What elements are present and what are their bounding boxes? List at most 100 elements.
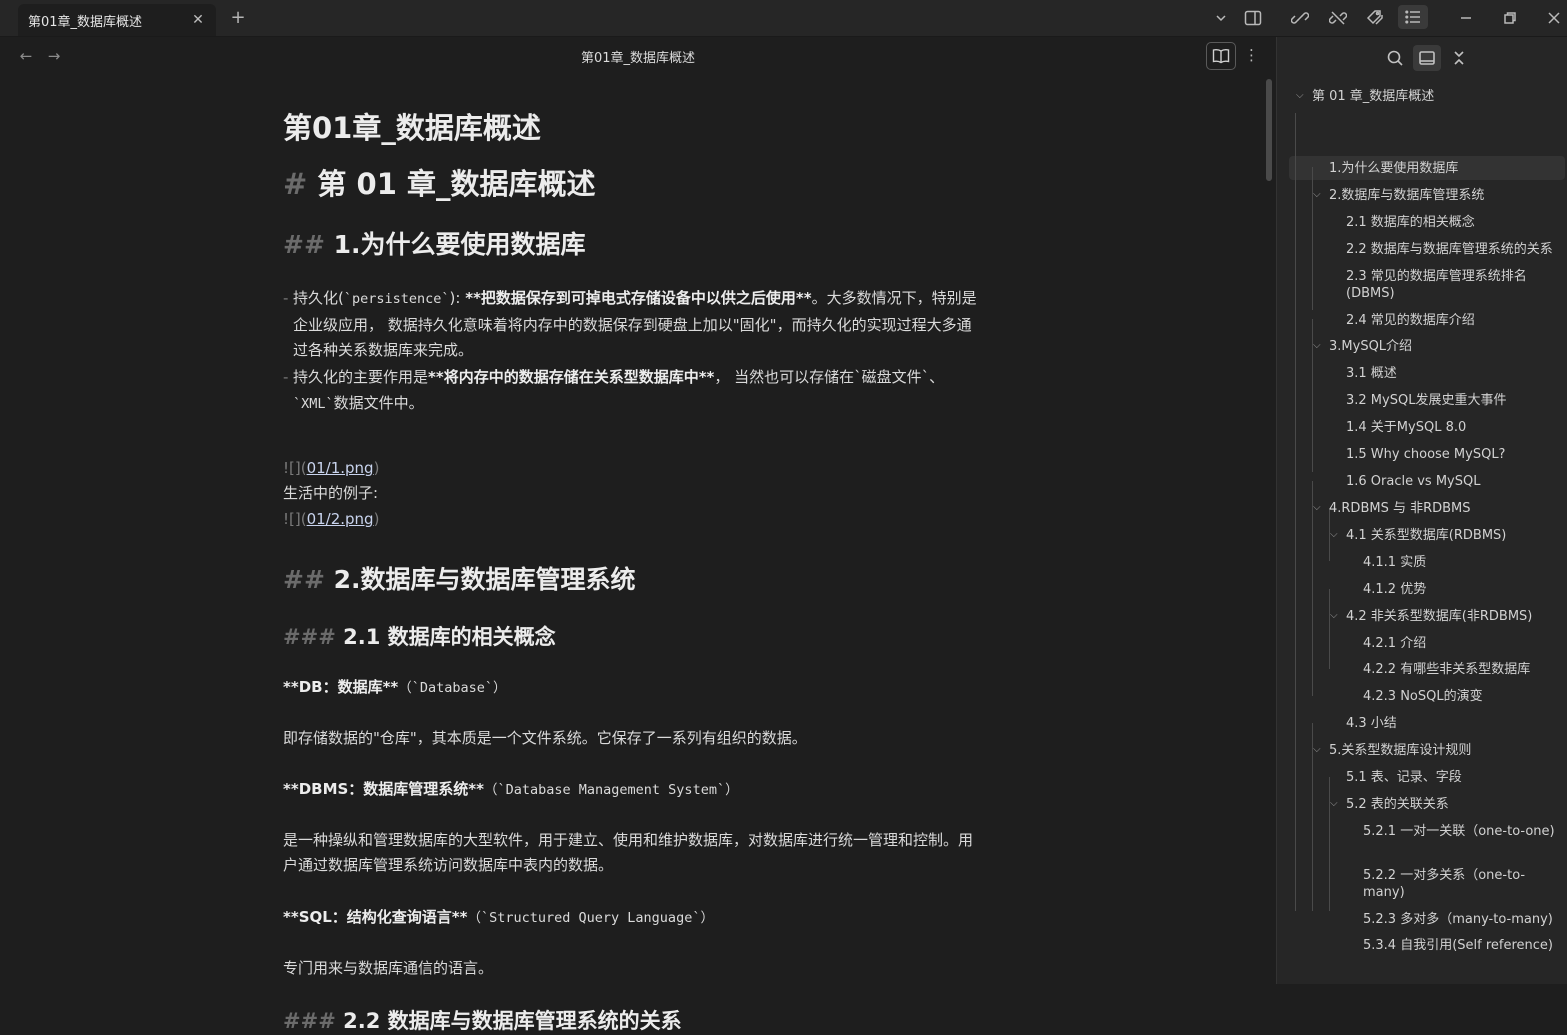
outline-item[interactable]: 2.3 常见的数据库管理系统排名(DBMS)	[1346, 268, 1561, 302]
editor-pane: ← → 第01章_数据库概述 ⋮ 第01章_数据库概述 # 第 01 章_数据库…	[0, 37, 1276, 1033]
embed-syntax: ![](	[283, 510, 307, 528]
image-link[interactable]: 01/2.png	[307, 510, 374, 528]
paragraph[interactable]: 即存储数据的"仓库"，其本质是一个文件系统。它保存了一系列有组织的数据。	[283, 726, 983, 751]
search-icon[interactable]	[1381, 45, 1409, 71]
outline-item[interactable]: 4.RDBMS 与 非RDBMS	[1329, 500, 1471, 517]
outline-item-active[interactable]: 1.为什么要使用数据库	[1329, 160, 1458, 177]
backlink-icon[interactable]	[1289, 8, 1311, 28]
paragraph[interactable]: 专门用来与数据库通信的语言。	[283, 956, 983, 981]
book-open-icon	[1212, 49, 1230, 64]
heading-3-sec21[interactable]: ### 2.1 数据库的相关概念	[283, 621, 556, 651]
outline-item[interactable]: 4.2 非关系型数据库(非RDBMS)	[1346, 608, 1532, 625]
heading-text: 第 01 章_数据库概述	[317, 167, 596, 201]
outline-item[interactable]: 5.2.1 一对一关联（one-to-one)	[1363, 823, 1559, 840]
heading-3-sec22[interactable]: ### 2.2 数据库与数据库管理系统的关系	[283, 1005, 682, 1035]
text: 持久化(	[293, 289, 344, 307]
collapse-all-icon[interactable]	[1445, 45, 1473, 71]
chevron-down-icon[interactable]: ⌵	[1313, 340, 1321, 351]
outline-item[interactable]: 5.2 表的关联关系	[1346, 796, 1449, 813]
indent-guide	[1329, 589, 1330, 669]
outline-item[interactable]: 4.1.2 优势	[1363, 581, 1426, 598]
new-tab-button[interactable]: +	[228, 7, 248, 28]
embed-syntax: )	[373, 459, 380, 477]
outline-item[interactable]: 2.2 数据库与数据库管理系统的关系	[1346, 241, 1553, 258]
heading-text: 2.1 数据库的相关概念	[343, 625, 556, 649]
heading-text: 2.数据库与数据库管理系统	[333, 565, 636, 594]
view-header: ← → 第01章_数据库概述 ⋮	[0, 37, 1276, 75]
heading-mark: #	[283, 167, 308, 201]
tags-icon[interactable]	[1364, 8, 1386, 28]
paragraph-db[interactable]: **DB：数据库**（`Database`）	[283, 675, 983, 701]
outline-item[interactable]: 3.MySQL介绍	[1329, 338, 1412, 355]
heading-mark: ###	[283, 625, 336, 649]
text: 持久化的主要作用是	[293, 368, 429, 386]
chevron-down-icon[interactable]: ⌵	[1313, 744, 1321, 755]
outline-toolbar	[1277, 45, 1567, 73]
outline-item[interactable]: 2.4 常见的数据库介绍	[1346, 312, 1475, 329]
outline-item[interactable]: 1.5 Why choose MySQL?	[1346, 446, 1505, 463]
heading-1[interactable]: # 第 01 章_数据库概述	[283, 161, 595, 203]
outline-item[interactable]: 第 01 章_数据库概述	[1312, 88, 1434, 105]
inline-code: （`Database`）	[398, 680, 507, 696]
tab-active-note[interactable]: 第01章_数据库概述 ✕	[18, 4, 216, 36]
outline-item[interactable]: 4.3 小结	[1346, 715, 1397, 732]
inline-code: （`Structured Query Language`）	[467, 910, 714, 926]
image-embed-2[interactable]: ![](01/2.png)	[283, 507, 983, 532]
image-embed-1[interactable]: ![](01/1.png)	[283, 456, 983, 481]
view-title[interactable]: 第01章_数据库概述	[0, 47, 1276, 66]
outline-item[interactable]: 5.2.3 多对多（many-to-many)	[1363, 911, 1553, 928]
outline-item[interactable]: 1.6 Oracle vs MySQL	[1346, 473, 1480, 490]
outline-item[interactable]: 1.4 关于MySQL 8.0	[1346, 419, 1466, 436]
outline-item[interactable]: 4.2.1 介绍	[1363, 635, 1426, 652]
paragraph-dbms[interactable]: **DBMS：数据库管理系统**（`Database Management Sy…	[283, 777, 983, 803]
outline-item[interactable]: 5.2.2 一对多关系（one-to-many)	[1363, 867, 1559, 901]
inline-code: `XML`	[293, 395, 334, 412]
toggle-sidebar-icon[interactable]	[1242, 8, 1264, 28]
chevron-down-icon[interactable]: ⌵	[1313, 189, 1321, 200]
embed-syntax: )	[373, 510, 380, 528]
paragraph[interactable]: 生活中的例子:	[283, 481, 983, 506]
outline-item[interactable]: 5.3.4 自我引用(Self reference)	[1363, 937, 1553, 954]
chevron-down-icon[interactable]: ⌵	[1313, 502, 1321, 513]
editor-scrollbar[interactable]	[1266, 79, 1272, 181]
follow-cursor-icon[interactable]	[1413, 45, 1441, 71]
outline-icon[interactable]	[1398, 5, 1428, 29]
outline-item[interactable]: 5.1 表、记录、字段	[1346, 769, 1462, 786]
indent-guide	[1295, 113, 1296, 911]
heading-text: 1.为什么要使用数据库	[333, 230, 586, 259]
outline-item[interactable]: 3.1 概述	[1346, 365, 1397, 382]
bold-text: **把数据保存到可掉电式存储设备中以供之后使用**	[465, 289, 812, 307]
list-item[interactable]: - 持久化(`persistence`): **把数据保存到可掉电式存储设备中以…	[283, 286, 983, 364]
more-options-icon[interactable]: ⋮	[1244, 46, 1259, 64]
heading-2-sec2[interactable]: ## 2.数据库与数据库管理系统	[283, 560, 636, 596]
outline-item[interactable]: 4.2.3 NoSQL的演变	[1363, 688, 1483, 705]
outline-item[interactable]: 4.2.2 有哪些非关系型数据库	[1363, 661, 1530, 678]
outline-item[interactable]: 2.数据库与数据库管理系统	[1329, 187, 1484, 204]
tab-close-icon[interactable]: ✕	[190, 12, 206, 28]
chevron-down-icon[interactable]: ⌵	[1330, 610, 1338, 621]
maximize-window-icon[interactable]	[1499, 8, 1521, 28]
outline-item[interactable]: 5.关系型数据库设计规则	[1329, 742, 1471, 759]
paragraph-sql[interactable]: **SQL：结构化查询语言**（`Structured Query Langua…	[283, 905, 983, 931]
title-bar: 第01章_数据库概述 ✕ +	[0, 0, 1567, 37]
heading-mark: ##	[283, 565, 325, 594]
outline-item[interactable]: 4.1 关系型数据库(RDBMS)	[1346, 527, 1506, 544]
outgoing-link-icon[interactable]	[1327, 8, 1349, 28]
outline-item[interactable]: 3.2 MySQL发展史重大事件	[1346, 392, 1506, 409]
outline-item[interactable]: 4.1.1 实质	[1363, 554, 1426, 571]
outline-item[interactable]: 2.1 数据库的相关概念	[1346, 214, 1475, 231]
tab-list-chevron-icon[interactable]	[1210, 8, 1232, 28]
chevron-down-icon[interactable]: ⌵	[1330, 798, 1338, 809]
close-window-icon[interactable]	[1543, 8, 1565, 28]
bold-text: **DB：数据库**	[283, 678, 399, 696]
list-item[interactable]: - 持久化的主要作用是**将内存中的数据存储在关系型数据库中**， 当然也可以存…	[283, 365, 983, 417]
minimize-window-icon[interactable]	[1455, 8, 1477, 28]
image-link[interactable]: 01/1.png	[307, 459, 374, 477]
heading-2-sec1[interactable]: ## 1.为什么要使用数据库	[283, 225, 586, 261]
paragraph[interactable]: 是一种操纵和管理数据库的大型软件，用于建立、使用和维护数据库，对数据库进行统一管…	[283, 828, 983, 878]
bold-text: **SQL：结构化查询语言**	[283, 908, 468, 926]
reading-view-button[interactable]	[1206, 42, 1236, 70]
inline-title[interactable]: 第01章_数据库概述	[283, 105, 541, 147]
chevron-down-icon[interactable]: ⌵	[1296, 90, 1304, 101]
chevron-down-icon[interactable]: ⌵	[1330, 529, 1338, 540]
